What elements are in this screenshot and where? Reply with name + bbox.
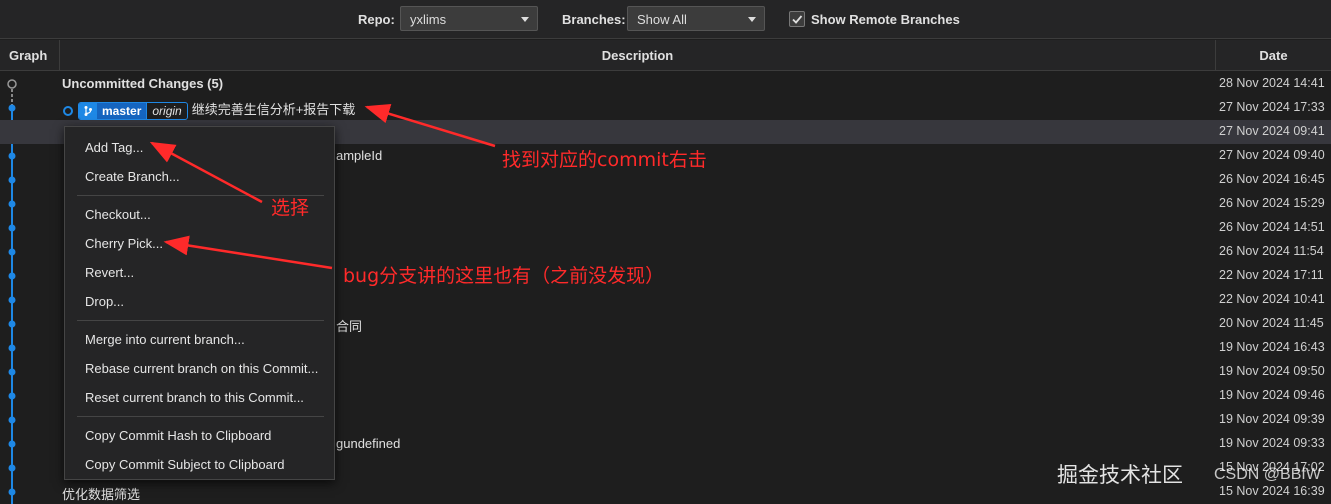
row-date: 27 Nov 2024 09:41 bbox=[1219, 124, 1325, 138]
menu-item-copy-subject[interactable]: Copy Commit Subject to Clipboard bbox=[85, 457, 284, 472]
row-description: Uncommitted Changes (5) bbox=[62, 76, 224, 91]
annotation-select: 选择 bbox=[271, 197, 310, 219]
menu-item-revert[interactable]: Revert... bbox=[85, 265, 134, 280]
menu-item-rebase[interactable]: Rebase current branch on this Commit... bbox=[85, 361, 318, 376]
watermark-text: 掘金技术社区 bbox=[1057, 463, 1183, 487]
checkmark-icon bbox=[792, 15, 803, 24]
graph-column-header[interactable]: Graph bbox=[0, 40, 60, 71]
chevron-down-icon bbox=[521, 17, 529, 22]
row-description: gundefined bbox=[336, 436, 401, 451]
menu-divider bbox=[77, 416, 324, 417]
watermark-sub: CSDN @BBfW bbox=[1214, 466, 1321, 483]
remote-name: origin bbox=[146, 102, 186, 119]
row-date: 19 Nov 2024 09:46 bbox=[1219, 388, 1325, 402]
head-commit-icon bbox=[63, 105, 73, 116]
toolbar: Repo: yxlims Branches: Show All Show Rem… bbox=[0, 0, 1331, 39]
description-column-header[interactable]: Description bbox=[60, 40, 1216, 71]
row-date: 26 Nov 2024 15:29 bbox=[1219, 196, 1325, 210]
branches-label: Branches: bbox=[562, 12, 626, 27]
branch-name: master bbox=[97, 102, 147, 119]
branch-label-master[interactable]: master origin bbox=[78, 101, 188, 120]
date-column-header[interactable]: Date bbox=[1216, 40, 1331, 71]
row-date: 27 Nov 2024 09:40 bbox=[1219, 148, 1325, 162]
menu-item-cherry-pick[interactable]: Cherry Pick... bbox=[85, 236, 163, 251]
row-date: 15 Nov 2024 16:39 bbox=[1219, 484, 1325, 498]
row-date: 22 Nov 2024 10:41 bbox=[1219, 292, 1325, 306]
menu-item-create-branch[interactable]: Create Branch... bbox=[85, 169, 180, 184]
menu-item-checkout[interactable]: Checkout... bbox=[85, 207, 151, 222]
row-date: 26 Nov 2024 11:54 bbox=[1219, 244, 1324, 258]
branches-select[interactable]: Show All bbox=[627, 6, 765, 31]
menu-item-drop[interactable]: Drop... bbox=[85, 294, 124, 309]
annotation-find-commit: 找到对应的commit右击 bbox=[502, 149, 707, 171]
menu-item-merge[interactable]: Merge into current branch... bbox=[85, 332, 245, 347]
row-date: 19 Nov 2024 16:43 bbox=[1219, 340, 1325, 354]
chevron-down-icon bbox=[748, 17, 756, 22]
show-remote-label: Show Remote Branches bbox=[811, 12, 960, 27]
repo-select-value: yxlims bbox=[410, 12, 447, 27]
column-header: Graph Description Date bbox=[0, 40, 1331, 71]
row-date: 20 Nov 2024 11:45 bbox=[1219, 316, 1324, 330]
repo-select[interactable]: yxlims bbox=[400, 6, 538, 31]
annotation-bug-branch: bug分支讲的这里也有（之前没发现） bbox=[343, 265, 665, 287]
menu-divider bbox=[77, 320, 324, 321]
row-description: 继续完善生信分析+报告下载 bbox=[191, 102, 356, 117]
row-date: 22 Nov 2024 17:11 bbox=[1219, 268, 1324, 282]
row-date: 19 Nov 2024 09:33 bbox=[1219, 436, 1325, 450]
row-description: ampleId bbox=[336, 148, 383, 163]
menu-item-reset[interactable]: Reset current branch to this Commit... bbox=[85, 390, 304, 405]
row-date: 27 Nov 2024 17:33 bbox=[1219, 100, 1325, 114]
table-row[interactable]: master origin 继续完善生信分析+报告下载 27 Nov 2024 17… bbox=[0, 96, 1331, 120]
table-row[interactable]: Uncommitted Changes (5) 28 Nov 2024 14:4… bbox=[0, 72, 1331, 96]
row-description: 优化数据筛选 bbox=[62, 487, 141, 502]
branch-icon bbox=[79, 102, 97, 119]
row-description: 合同 bbox=[336, 319, 363, 334]
row-date: 26 Nov 2024 14:51 bbox=[1219, 220, 1325, 234]
repo-label: Repo: bbox=[358, 12, 395, 27]
row-date: 19 Nov 2024 09:50 bbox=[1219, 364, 1325, 378]
branches-select-value: Show All bbox=[637, 12, 687, 27]
commit-context-menu: Add Tag... Create Branch... Checkout... … bbox=[64, 126, 335, 480]
show-remote-checkbox[interactable] bbox=[789, 11, 805, 27]
row-date: 19 Nov 2024 09:39 bbox=[1219, 412, 1325, 426]
menu-item-copy-hash[interactable]: Copy Commit Hash to Clipboard bbox=[85, 428, 271, 443]
menu-item-add-tag[interactable]: Add Tag... bbox=[85, 140, 143, 155]
row-date: 26 Nov 2024 16:45 bbox=[1219, 172, 1325, 186]
row-date: 28 Nov 2024 14:41 bbox=[1219, 76, 1325, 90]
